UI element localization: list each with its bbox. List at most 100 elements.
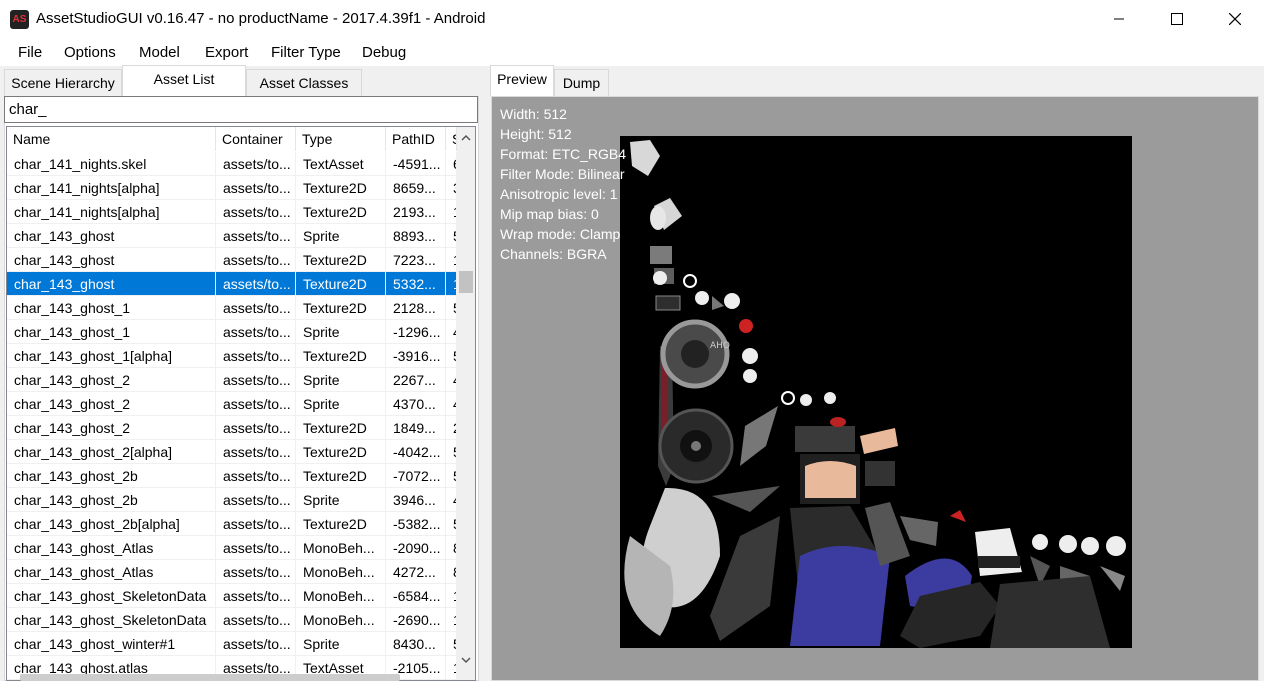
scroll-down-icon[interactable]: [457, 651, 475, 669]
cell-container: assets/to...: [216, 368, 296, 392]
table-row[interactable]: char_143_ghost_Atlas assets/to... MonoBeh.…: [7, 560, 457, 584]
cell-pathid: -2690...: [386, 608, 446, 632]
cell-size: 4: [446, 320, 457, 344]
menu-filter-type[interactable]: Filter Type: [271, 44, 341, 61]
cell-name: char_143_ghost: [7, 224, 216, 248]
cell-pathid: -5382...: [386, 512, 446, 536]
texture-info-line: Width: 512: [500, 106, 567, 122]
cell-container: assets/to...: [216, 320, 296, 344]
table-row[interactable]: char_143_ghost_2b[alpha] assets/to... Text…: [7, 512, 457, 536]
table-row[interactable]: char_143_ghost_1 assets/to... Texture2D 212…: [7, 296, 457, 320]
asset-list: Name Container Type PathID S char_141_ni…: [6, 126, 476, 681]
table-row[interactable]: char_143_ghost_SkeletonData assets/to... M…: [7, 584, 457, 608]
table-row[interactable]: char_143_ghost_1[alpha] assets/to... Textu…: [7, 344, 457, 368]
texture-info-line: Format: ETC_RGB4: [500, 146, 627, 162]
tab-preview[interactable]: Preview: [490, 65, 554, 96]
menu-model[interactable]: Model: [139, 44, 180, 61]
table-row[interactable]: char_143_ghost_2[alpha] assets/to... Textu…: [7, 440, 457, 464]
menu-export[interactable]: Export: [205, 44, 248, 61]
texture-image: AHO: [624, 140, 1126, 648]
cell-pathid: 2267...: [386, 368, 446, 392]
vertical-scrollbar[interactable]: [457, 127, 475, 680]
cell-name: char_143_ghost_SkeletonData: [7, 608, 216, 632]
cell-size: 1: [446, 200, 457, 224]
table-row[interactable]: char_143_ghost_2b assets/to... Sprite 3946.…: [7, 488, 457, 512]
cell-pathid: -4042...: [386, 440, 446, 464]
tab-scene-hierarchy[interactable]: Scene Hierarchy: [4, 69, 122, 97]
cell-name: char_143_ghost_2[alpha]: [7, 440, 216, 464]
list-header: Name Container Type PathID S: [7, 127, 457, 151]
close-icon: [1229, 13, 1241, 25]
table-row[interactable]: char_143_ghost_winter#1 assets/to... Sprit…: [7, 632, 457, 656]
cell-size: 1: [446, 608, 457, 632]
table-row[interactable]: char_141_nights[alpha] assets/to... Textur…: [7, 200, 457, 224]
table-row[interactable]: char_143_ghostassets/to...Sprite8893...5: [7, 224, 457, 248]
cell-pathid: -1296...: [386, 320, 446, 344]
cell-container: assets/to...: [216, 440, 296, 464]
tab-asset-classes[interactable]: Asset Classes: [246, 69, 362, 97]
cell-type: MonoBeh...: [296, 536, 386, 560]
table-row[interactable]: char_143_ghost assets/to... Texture2D 5332.…: [7, 272, 457, 296]
cell-size: 1: [446, 584, 457, 608]
maximize-icon: [1171, 13, 1183, 25]
column-name[interactable]: Name: [7, 127, 216, 151]
cell-name: char_143_ghost: [7, 248, 216, 272]
menu-options[interactable]: Options: [64, 44, 116, 61]
cell-size: 4: [446, 488, 457, 512]
tab-asset-list[interactable]: Asset List: [122, 65, 246, 96]
cell-name: char_143_ghost_2: [7, 368, 216, 392]
cell-size: 8: [446, 560, 457, 584]
table-row[interactable]: char_143_ghost_2 assets/to... Texture2D 184…: [7, 416, 457, 440]
cell-container: assets/to...: [216, 584, 296, 608]
cell-container: assets/to...: [216, 200, 296, 224]
column-container[interactable]: Container: [216, 127, 296, 151]
cell-type: Sprite: [296, 632, 386, 656]
table-row[interactable]: char_141_nights.skel assets/to... TextAsse…: [7, 152, 457, 176]
cell-size: 8: [446, 536, 457, 560]
list-rows: char_141_nights.skel assets/to... TextAsse…: [7, 152, 457, 680]
tab-dump[interactable]: Dump: [554, 69, 609, 97]
column-pathid[interactable]: PathID: [386, 127, 446, 151]
cell-container: assets/to...: [216, 152, 296, 176]
title-bar: AS AssetStudioGUI v0.16.47 - no productN…: [0, 0, 1264, 38]
scroll-up-icon[interactable]: [457, 129, 475, 147]
cell-pathid: -3916...: [386, 344, 446, 368]
svg-text:AHO: AHO: [710, 341, 730, 351]
cell-pathid: 8893...: [386, 224, 446, 248]
scrollbar-thumb[interactable]: [459, 271, 473, 293]
cell-size: 5: [446, 440, 457, 464]
menu-file[interactable]: File: [18, 44, 42, 61]
column-size[interactable]: S: [446, 127, 457, 151]
cell-size: 6: [446, 152, 457, 176]
window-title: AssetStudioGUI v0.16.47 - no productName…: [36, 10, 486, 27]
table-row[interactable]: char_143_ghost_2 assets/to... Sprite 2267..…: [7, 368, 457, 392]
maximize-button[interactable]: [1148, 0, 1206, 38]
menu-debug[interactable]: Debug: [362, 44, 406, 61]
texture-preview: AHO: [620, 136, 1132, 648]
cell-name: char_141_nights[alpha]: [7, 200, 216, 224]
table-row[interactable]: char_143_ghost assets/to... Texture2D 7223.…: [7, 248, 457, 272]
texture-info-line: Filter Mode: Bilinear: [500, 166, 625, 182]
cell-container: assets/to...: [216, 536, 296, 560]
splitter[interactable]: [482, 67, 487, 681]
menu-bar: File Options Model Export Filter Type De…: [0, 38, 1264, 67]
cell-pathid: 4370...: [386, 392, 446, 416]
texture-info-line: Wrap mode: Clamp: [500, 226, 621, 242]
table-row[interactable]: char_141_nights[alpha] assets/to... Textur…: [7, 176, 457, 200]
table-row[interactable]: char_143_ghost_2b assets/to... Texture2D -7…: [7, 464, 457, 488]
cell-type: Sprite: [296, 368, 386, 392]
table-row[interactable]: char_143_ghost_Atlas assets/to... MonoBeh.…: [7, 536, 457, 560]
table-row[interactable]: char_143_ghost_SkeletonData assets/to... M…: [7, 608, 457, 632]
left-tab-strip: Scene Hierarchy Asset List Asset Classes: [0, 65, 482, 97]
cell-size: 5: [446, 224, 457, 248]
minimize-button[interactable]: [1090, 0, 1148, 38]
cell-name: char_141_nights.skel: [7, 152, 216, 176]
column-type[interactable]: Type: [296, 127, 386, 151]
cell-size: 1: [446, 248, 457, 272]
cell-type: Texture2D: [296, 464, 386, 488]
close-button[interactable]: [1206, 0, 1264, 38]
horizontal-scrollbar[interactable]: [20, 674, 400, 681]
table-row[interactable]: char_143_ghost_1 assets/to... Sprite -1296.…: [7, 320, 457, 344]
table-row[interactable]: char_143_ghost_2 assets/to... Sprite 4370..…: [7, 392, 457, 416]
search-input[interactable]: char_: [4, 96, 478, 123]
